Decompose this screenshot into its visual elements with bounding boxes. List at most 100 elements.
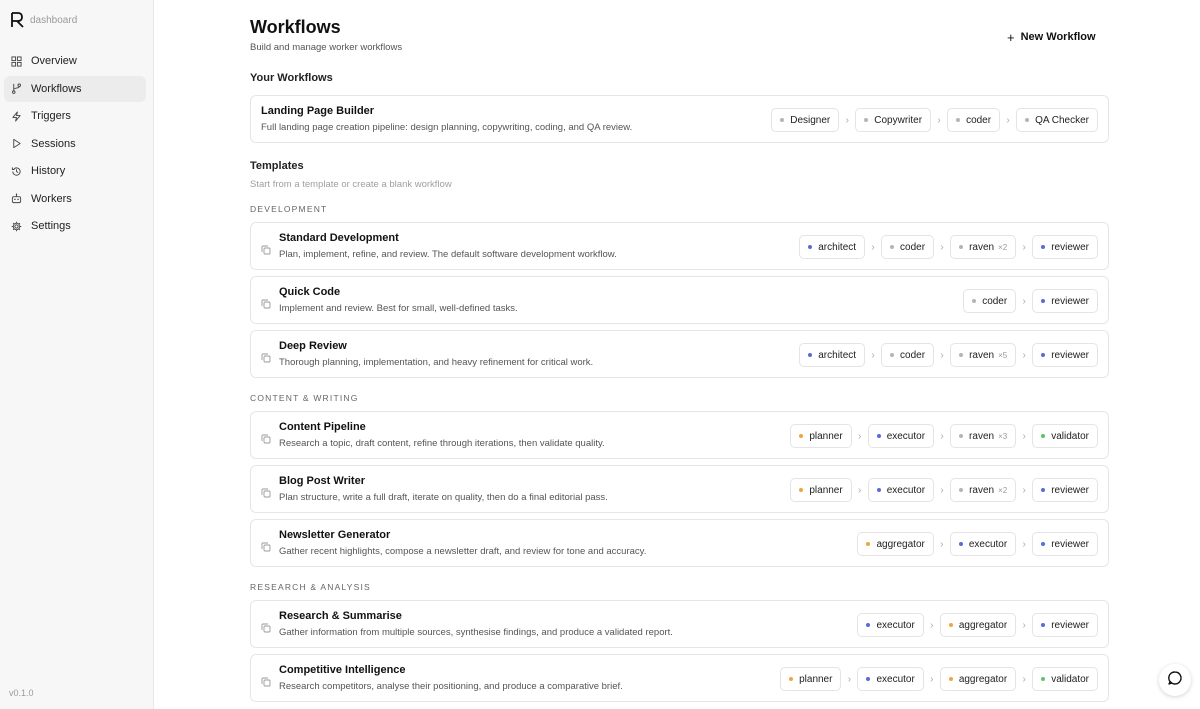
template-card[interactable]: Blog Post Writer Plan structure, write a … [250, 465, 1109, 513]
worker-chip[interactable]: executor [949, 532, 1017, 556]
worker-chip[interactable]: reviewer [1032, 235, 1098, 259]
worker-label: aggregator [958, 619, 1008, 631]
worker-label: executor [876, 673, 915, 685]
status-dot [959, 434, 964, 438]
worker-label: reviewer [1051, 619, 1089, 631]
iteration-count: ×2 [998, 242, 1008, 252]
worker-chip[interactable]: executor [867, 424, 935, 448]
worker-chip[interactable]: planner [790, 478, 852, 502]
worker-chip[interactable]: Designer [771, 108, 840, 132]
copy-icon[interactable] [261, 485, 271, 498]
chat-button[interactable] [1159, 664, 1191, 696]
worker-chip[interactable]: aggregator [939, 667, 1017, 691]
category-label: DEVELOPMENT [250, 204, 328, 214]
copy-icon[interactable] [261, 431, 271, 444]
status-dot [1041, 299, 1046, 303]
sidebar: dashboard Overview Workflows Triggers Se… [0, 0, 154, 709]
template-card[interactable]: Deep Review Thorough planning, implementa… [250, 330, 1109, 378]
worker-label: raven [969, 349, 995, 361]
new-workflow-button[interactable]: + New Workflow [1007, 27, 1096, 47]
worker-label: executor [968, 538, 1008, 550]
chevron-right-icon: › [940, 538, 944, 550]
worker-chip[interactable]: reviewer [1032, 613, 1098, 637]
worker-chip[interactable]: aggregator [857, 532, 934, 556]
worker-chip[interactable]: architect [799, 343, 866, 367]
worker-chip[interactable]: raven ×2 [950, 478, 1017, 502]
sidebar-item-settings[interactable]: Settings [4, 213, 146, 239]
template-pipeline: architect › coder › raven ×2 › reviewer [799, 235, 1098, 259]
template-card[interactable]: Research & Summarise Gather information f… [250, 600, 1109, 648]
chevron-right-icon: › [1022, 295, 1026, 307]
workflow-card[interactable]: Landing Page Builder Full landing page c… [250, 95, 1109, 143]
sidebar-item-workflows[interactable]: Workflows [4, 75, 146, 102]
template-description: Research a topic, draft content, refine … [279, 438, 605, 449]
worker-chip[interactable]: planner [780, 667, 842, 691]
template-card[interactable]: Quick Code Implement and review. Best for… [250, 276, 1109, 324]
copy-icon[interactable] [261, 296, 271, 309]
template-title: Research & Summarise [279, 610, 402, 622]
template-description: Research competitors, analyse their posi… [279, 681, 623, 692]
sidebar-item-label: Workflows [31, 82, 82, 95]
page-title: Workflows [250, 17, 341, 37]
worker-chip[interactable]: reviewer [1032, 343, 1098, 367]
template-card[interactable]: Content Pipeline Research a topic, draft … [250, 411, 1109, 459]
chevron-right-icon: › [1022, 241, 1026, 253]
copy-icon[interactable] [261, 620, 271, 633]
status-dot [958, 542, 963, 546]
chevron-right-icon: › [940, 241, 944, 253]
worker-chip[interactable]: aggregator [939, 613, 1017, 637]
worker-chip[interactable]: coder [881, 343, 935, 367]
worker-chip[interactable]: coder [881, 235, 935, 259]
worker-label: raven [969, 241, 995, 253]
worker-label: QA Checker [1035, 114, 1089, 126]
worker-label: coder [900, 349, 926, 361]
worker-chip[interactable]: coder [963, 289, 1017, 313]
sidebar-item-workers[interactable]: Workers [4, 186, 146, 212]
sidebar-item-label: Sessions [31, 137, 76, 150]
chevron-right-icon: › [847, 673, 852, 685]
copy-icon[interactable] [261, 674, 271, 687]
copy-icon[interactable] [261, 539, 271, 552]
worker-label: architect [818, 241, 857, 253]
worker-chip[interactable]: raven ×2 [950, 235, 1017, 259]
template-card[interactable]: Standard Development Plan, implement, ref… [250, 222, 1109, 270]
worker-chip[interactable]: executor [857, 613, 924, 637]
chevron-right-icon: › [1022, 673, 1026, 685]
worker-chip[interactable]: validator [1032, 424, 1098, 448]
worker-label: Designer [790, 114, 831, 126]
worker-chip[interactable]: planner [790, 424, 852, 448]
worker-chip[interactable]: Copywriter [855, 108, 932, 132]
worker-chip[interactable]: reviewer [1032, 478, 1098, 502]
branch-icon [11, 83, 22, 94]
worker-chip[interactable]: raven ×5 [950, 343, 1017, 367]
sidebar-item-sessions[interactable]: Sessions [4, 131, 146, 157]
robot-icon [11, 193, 22, 204]
worker-chip[interactable]: executor [867, 478, 935, 502]
worker-label: architect [818, 349, 857, 361]
copy-icon[interactable] [261, 350, 271, 363]
template-card[interactable]: Newsletter Generator Gather recent highli… [250, 519, 1109, 567]
sidebar-item-triggers[interactable]: Triggers [4, 103, 146, 129]
copy-icon[interactable] [261, 242, 271, 255]
worker-chip[interactable]: raven ×3 [950, 424, 1017, 448]
worker-chip[interactable]: executor [857, 667, 924, 691]
sidebar-item-overview[interactable]: Overview [4, 48, 146, 74]
template-card[interactable]: Competitive Intelligence Research competi… [250, 654, 1109, 702]
status-dot [1041, 542, 1046, 546]
worker-chip[interactable]: coder [947, 108, 1001, 132]
worker-chip[interactable]: reviewer [1032, 532, 1098, 556]
status-dot [948, 623, 953, 627]
worker-chip[interactable]: reviewer [1032, 289, 1098, 313]
brand[interactable]: dashboard [11, 12, 77, 28]
worker-label: Copywriter [874, 114, 923, 126]
template-title: Content Pipeline [279, 421, 366, 433]
worker-chip[interactable]: architect [799, 235, 866, 259]
template-description: Gather recent highlights, compose a news… [279, 546, 647, 557]
sidebar-item-history[interactable]: History [4, 158, 146, 184]
worker-chip[interactable]: QA Checker [1016, 108, 1098, 132]
worker-chip[interactable]: validator [1032, 667, 1098, 691]
chevron-right-icon: › [1006, 114, 1010, 126]
status-dot [799, 434, 804, 438]
status-dot [799, 488, 804, 492]
status-dot [890, 353, 895, 357]
